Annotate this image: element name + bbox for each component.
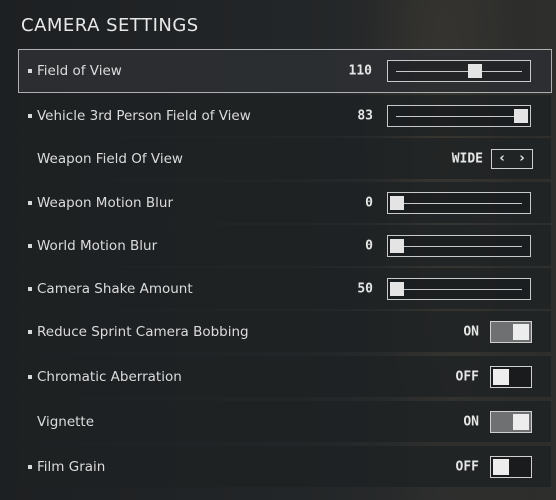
setting-label: Field of View [37,63,122,79]
option-selector: ‹ › [491,148,533,169]
setting-label: Vignette [37,413,95,430]
slider-thumb[interactable] [514,108,528,123]
toggle-state-label: OFF [455,369,479,384]
slider-track [396,245,522,247]
field-of-view-slider[interactable] [387,60,531,82]
setting-value: 0 [365,195,373,210]
setting-chromatic-aberration[interactable]: Chromatic Aberration OFF [20,356,551,397]
setting-label: Weapon Motion Blur [37,194,173,211]
slider-thumb[interactable] [390,238,404,253]
row-bullet [28,329,32,334]
toggle-state-label: ON [463,414,479,429]
setting-label: Film Grain [37,458,106,475]
toggle-knob [513,323,529,340]
setting-film-grain[interactable]: Film Grain OFF [20,446,551,487]
slider-track [396,115,522,117]
settings-list: Field of View 110 Vehicle 3rd Person Fie… [0,0,556,500]
toggle-state-label: OFF [455,459,479,474]
setting-value: 110 [348,63,372,79]
setting-label: Camera Shake Amount [37,280,193,297]
slider-track [396,288,522,290]
row-bullet [28,464,32,469]
setting-value: WIDE [451,151,483,166]
camera-shake-slider[interactable] [387,277,531,300]
row-bullet [28,113,32,118]
setting-camera-shake-amount[interactable]: Camera Shake Amount 50 [20,268,551,309]
slider-thumb[interactable] [390,195,404,210]
setting-vehicle-3rd-person-fov[interactable]: Vehicle 3rd Person Field of View 83 [20,95,551,136]
toggle-knob [513,413,529,430]
setting-label: Chromatic Aberration [37,368,182,385]
sprint-bobbing-toggle[interactable] [490,320,532,343]
chromatic-aberration-toggle[interactable] [490,365,532,388]
toggle-state-label: ON [463,324,479,339]
setting-label: Vehicle 3rd Person Field of View [37,107,251,124]
setting-value: 50 [357,281,373,296]
slider-thumb[interactable] [468,64,483,78]
weapon-motion-blur-slider[interactable] [387,191,531,214]
setting-field-of-view[interactable]: Field of View 110 [18,49,552,93]
row-bullet [28,374,32,379]
row-bullet [28,286,32,291]
chevron-right-icon[interactable]: › [512,150,532,168]
vehicle-fov-slider[interactable] [387,104,531,127]
toggle-knob [493,458,509,475]
setting-label: Reduce Sprint Camera Bobbing [37,323,249,340]
row-bullet [28,69,32,73]
film-grain-toggle[interactable] [490,455,532,478]
setting-value: 0 [365,238,373,253]
setting-weapon-motion-blur[interactable]: Weapon Motion Blur 0 [20,182,551,223]
setting-world-motion-blur[interactable]: World Motion Blur 0 [20,225,551,266]
setting-label: Weapon Field Of View [37,150,183,167]
row-bullet [28,200,32,205]
slider-thumb[interactable] [390,281,404,296]
setting-value: 83 [357,108,373,123]
chevron-left-icon[interactable]: ‹ [492,150,512,168]
row-bullet [28,243,32,248]
world-motion-blur-slider[interactable] [387,234,531,257]
slider-track [396,71,522,72]
setting-reduce-sprint-camera-bobbing[interactable]: Reduce Sprint Camera Bobbing ON [20,311,551,352]
vignette-toggle[interactable] [490,410,532,433]
setting-label: World Motion Blur [37,237,158,254]
setting-weapon-field-of-view[interactable]: Weapon Field Of View WIDE ‹ › [20,138,551,179]
toggle-knob [493,368,509,385]
slider-track [396,202,522,204]
setting-vignette[interactable]: Vignette ON [20,401,551,442]
